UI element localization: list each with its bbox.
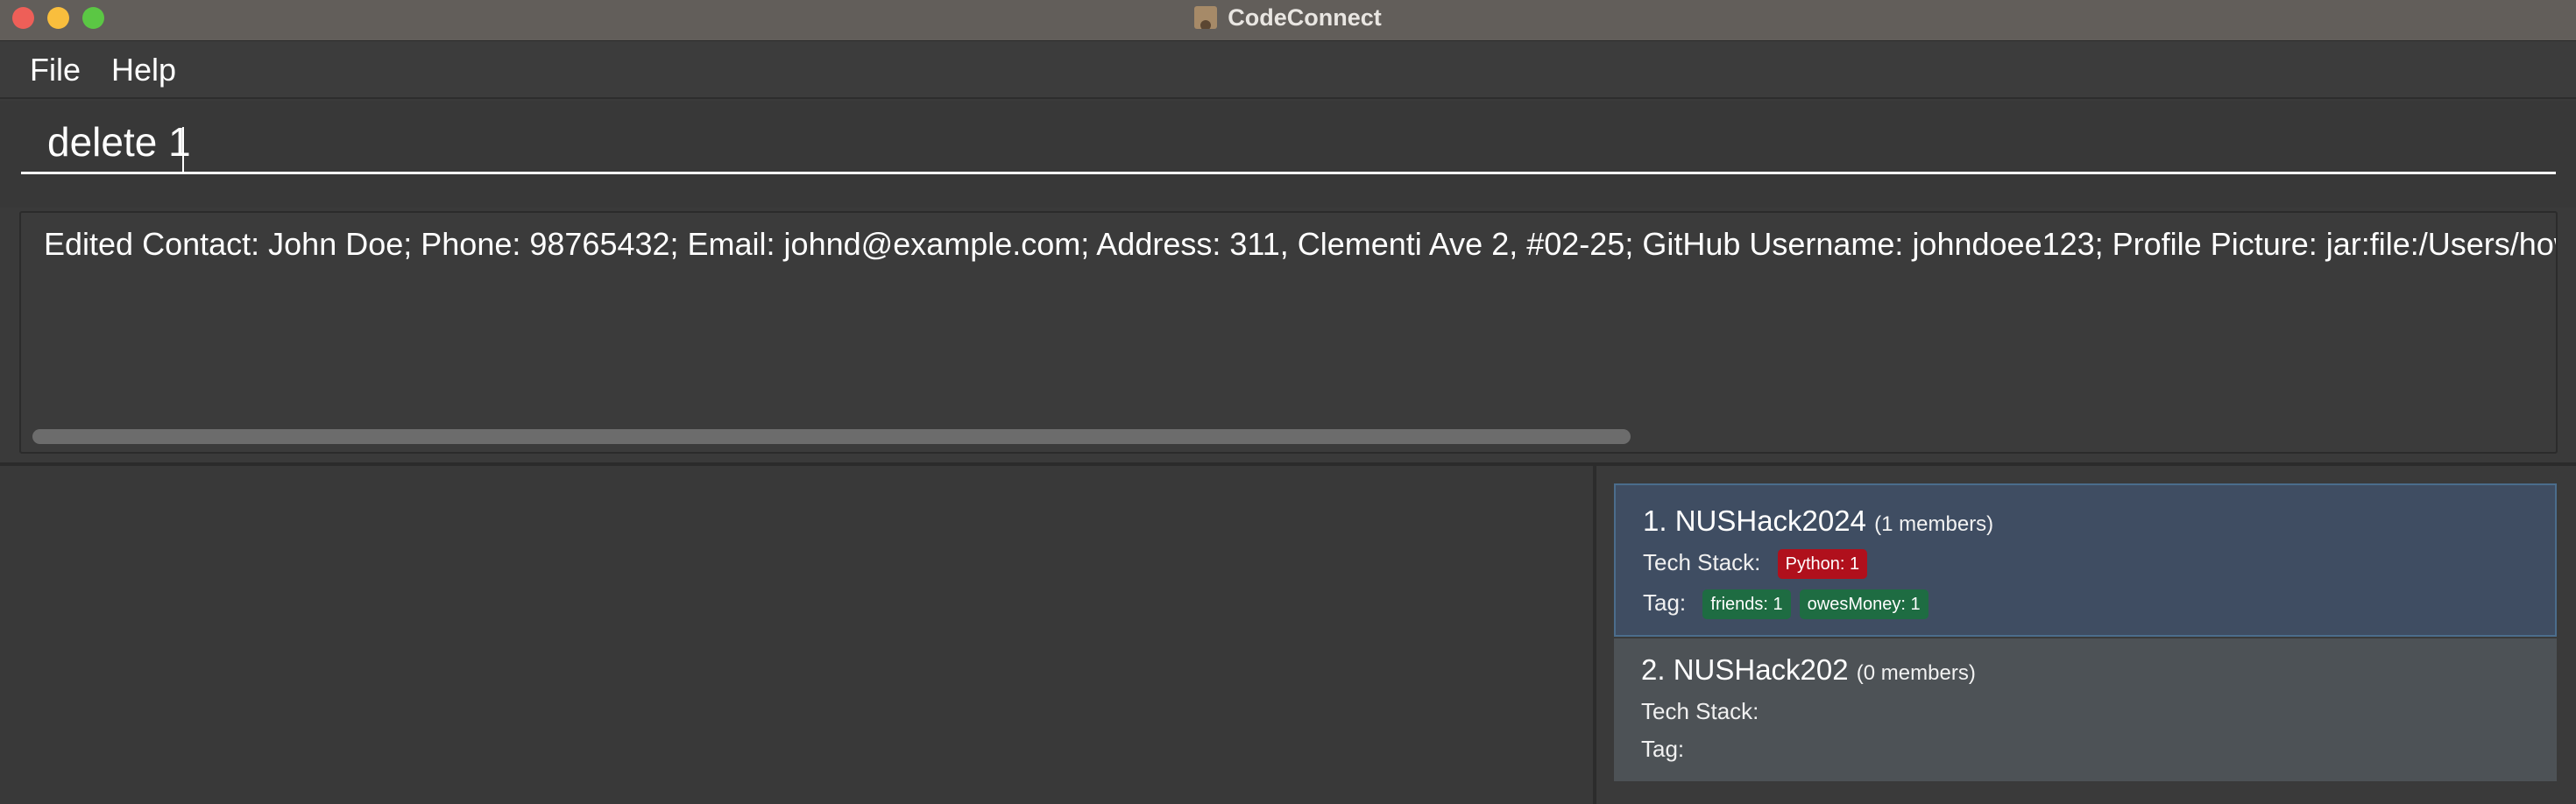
tag-row: Tag: friends: 1 owesMoney: 1 — [1643, 589, 1928, 620]
window-title: CodeConnect — [1228, 4, 1382, 31]
title-bar: CodeConnect — [0, 0, 2576, 41]
tech-stack-label: Tech Stack: — [1643, 549, 1761, 575]
menu-file[interactable]: File — [30, 52, 81, 88]
group-list-panel: 1. NUSHack2024 (1 members) Tech Stack: P… — [1596, 466, 2576, 804]
command-box — [0, 101, 2576, 208]
contact-book-icon — [1194, 6, 1218, 29]
group-title: 1. NUSHack2024 (1 members) — [1643, 504, 1993, 538]
menu-bar: File Help — [0, 41, 2576, 99]
horizontal-scrollbar[interactable] — [32, 429, 1631, 444]
tag-chip: friends: 1 — [1702, 589, 1791, 620]
group-title: 2. NUSHack202 (0 members) — [1641, 653, 1976, 687]
tag-chip: owesMoney: 1 — [1799, 589, 1928, 620]
result-display[interactable]: Edited Contact: John Doe; Phone: 9876543… — [19, 211, 2558, 454]
menu-help[interactable]: Help — [111, 52, 176, 88]
command-input[interactable] — [21, 118, 2556, 174]
group-card-nushack2024[interactable]: 1. NUSHack2024 (1 members) Tech Stack: P… — [1614, 483, 2557, 637]
tag-label: Tag: — [1641, 736, 1685, 762]
tech-stack-chip: Python: 1 — [1777, 549, 1868, 580]
group-name: NUSHack2024 — [1674, 504, 1866, 537]
contact-list-panel — [0, 466, 1593, 804]
text-caret — [182, 127, 184, 173]
group-member-count: (1 members) — [1874, 512, 1994, 536]
group-card-nushack202[interactable]: 2. NUSHack202 (0 members) Tech Stack: Ta… — [1614, 638, 2557, 781]
group-member-count: (0 members) — [1856, 661, 1976, 685]
tag-label: Tag: — [1643, 589, 1687, 616]
tech-stack-row: Tech Stack: Python: 1 — [1643, 549, 1868, 580]
group-index: 1. — [1643, 504, 1667, 537]
tech-stack-label: Tech Stack: — [1641, 698, 1759, 724]
result-message: Edited Contact: John Doe; Phone: 9876543… — [44, 226, 2558, 262]
tech-stack-row: Tech Stack: — [1641, 698, 1759, 725]
group-name: NUSHack202 — [1673, 653, 1849, 686]
group-index: 2. — [1641, 653, 1666, 686]
tag-row: Tag: — [1641, 736, 1684, 763]
